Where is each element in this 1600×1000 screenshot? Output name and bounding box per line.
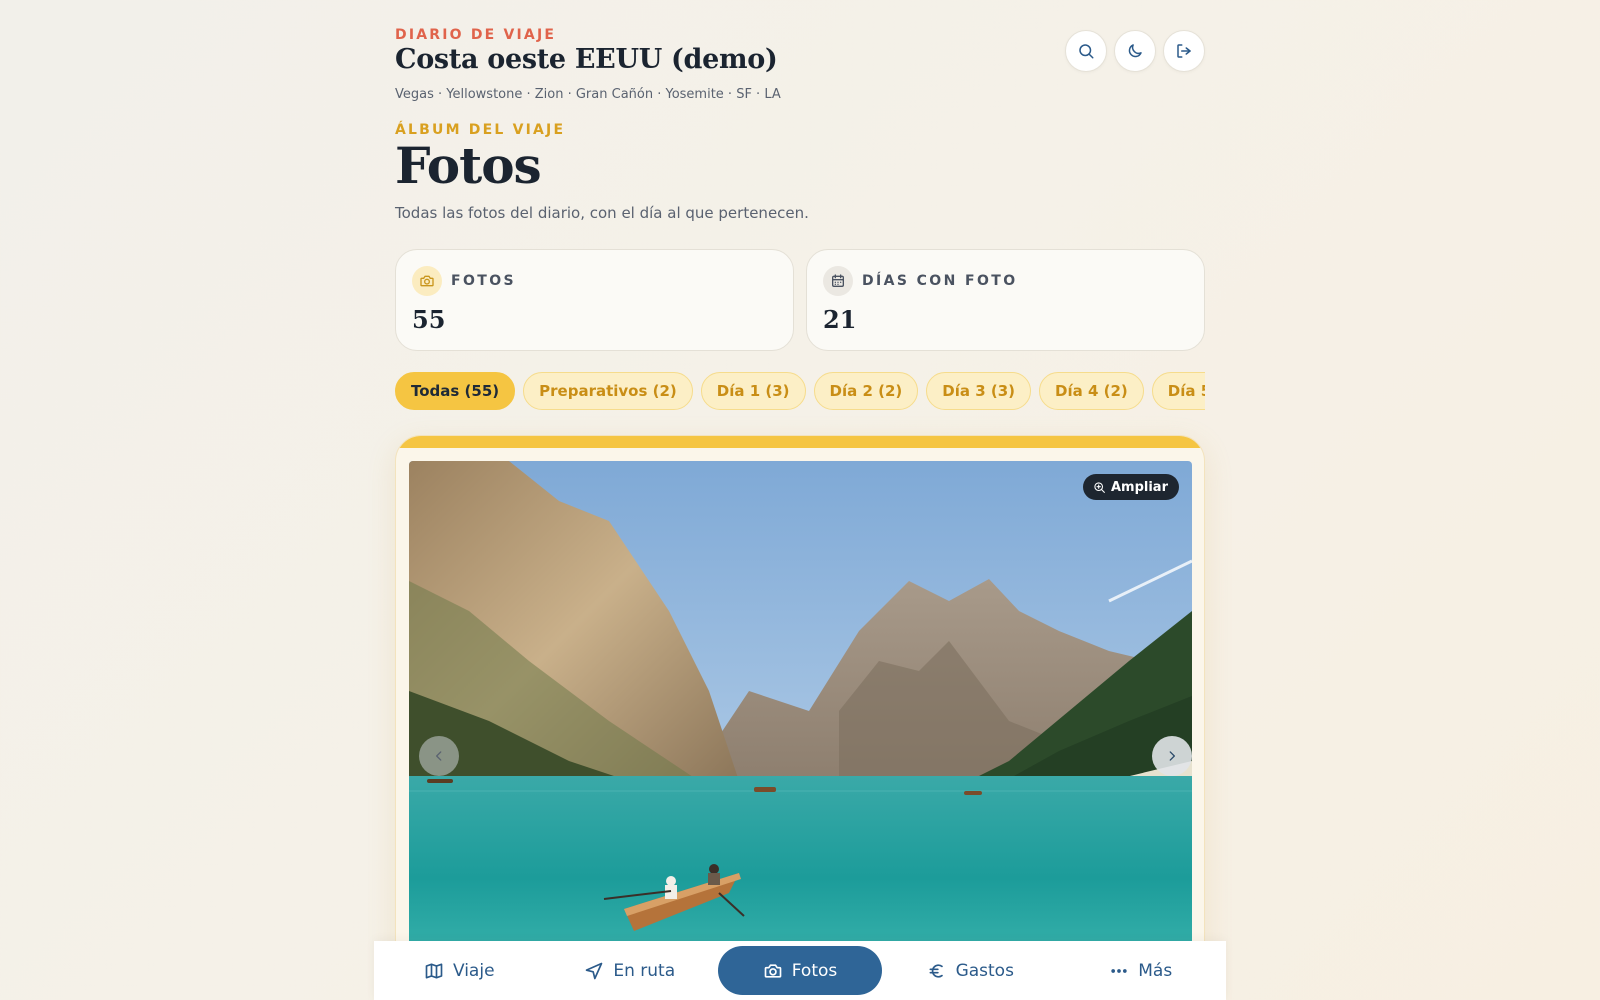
filter-chip-day-2[interactable]: Día 2 (2): [813, 372, 919, 410]
euro-icon: [929, 963, 943, 978]
dark-mode-button[interactable]: [1114, 30, 1156, 72]
filter-chip-day-3[interactable]: Día 3 (3): [926, 372, 1032, 410]
previous-photo-button[interactable]: [419, 736, 459, 776]
trip-route: Vegas · Yellowstone · Zion · Gran Cañón …: [395, 87, 781, 102]
logout-button[interactable]: [1163, 30, 1205, 72]
card-accent-band: [396, 436, 1204, 448]
nav-label: Fotos: [791, 960, 838, 981]
stat-card-days: DÍAS CON FOTO 21: [806, 249, 1205, 351]
search-icon: [1079, 44, 1094, 59]
page-container: DIARIO DE VIAJE Costa oeste EEUU (demo) …: [395, 0, 1205, 1000]
nav-item-gastos[interactable]: Gastos: [885, 946, 1056, 995]
filter-chip-preparativos[interactable]: Preparativos (2): [523, 372, 693, 410]
navigation-icon: [586, 962, 603, 979]
nav-label: Más: [1138, 960, 1173, 981]
header-actions: [1065, 30, 1205, 72]
zoom-button[interactable]: Ampliar: [1082, 474, 1179, 500]
filter-chip-day-5[interactable]: Día 5 (3): [1151, 372, 1205, 410]
trip-title[interactable]: Costa oeste EEUU (demo): [395, 44, 778, 75]
more-icon: [1111, 968, 1127, 973]
zoom-label: Ampliar: [1110, 479, 1168, 495]
zoom-in-icon: [1094, 481, 1105, 493]
nav-item-en-ruta[interactable]: En ruta: [545, 946, 716, 995]
nav-label: Viaje: [452, 960, 495, 981]
stat-value: 21: [823, 305, 857, 334]
photo-viewer-card: Ampliar: [395, 435, 1205, 1000]
next-photo-button[interactable]: [1152, 736, 1192, 776]
calendar-icon: [823, 266, 853, 296]
bottom-navigation: Viaje En ruta Fotos Gastos Más: [374, 941, 1226, 1000]
page-title: Fotos: [395, 136, 542, 195]
lake-photo: [409, 461, 1192, 981]
page-description: Todas las fotos del diario, con el día a…: [395, 204, 809, 222]
stat-label: DÍAS CON FOTO: [862, 273, 1018, 289]
stat-card-photos: FOTOS 55: [395, 249, 794, 351]
camera-icon: [764, 963, 782, 978]
trip-eyebrow: DIARIO DE VIAJE: [395, 27, 557, 43]
filter-chip-day-1[interactable]: Día 1 (3): [700, 372, 806, 410]
map-icon: [425, 963, 443, 978]
filter-chip-all[interactable]: Todas (55): [395, 372, 516, 410]
logout-icon: [1177, 44, 1191, 58]
chevron-left-icon: [436, 751, 442, 761]
day-filter-chips: Todas (55) Preparativos (2) Día 1 (3) Dí…: [395, 372, 1205, 410]
photo-image[interactable]: Ampliar: [409, 461, 1192, 981]
search-button[interactable]: [1065, 30, 1107, 72]
nav-item-fotos[interactable]: Fotos: [718, 946, 882, 995]
nav-item-viaje[interactable]: Viaje: [374, 946, 545, 995]
nav-label: Gastos: [955, 960, 1014, 981]
camera-icon: [412, 266, 442, 296]
chevron-right-icon: [1169, 751, 1175, 761]
filter-chip-day-4[interactable]: Día 4 (2): [1039, 372, 1144, 410]
nav-label: En ruta: [613, 960, 676, 981]
stat-value: 55: [412, 305, 446, 334]
stat-label: FOTOS: [451, 273, 516, 289]
nav-item-mas[interactable]: Más: [1056, 946, 1227, 995]
moon-icon: [1128, 44, 1142, 58]
